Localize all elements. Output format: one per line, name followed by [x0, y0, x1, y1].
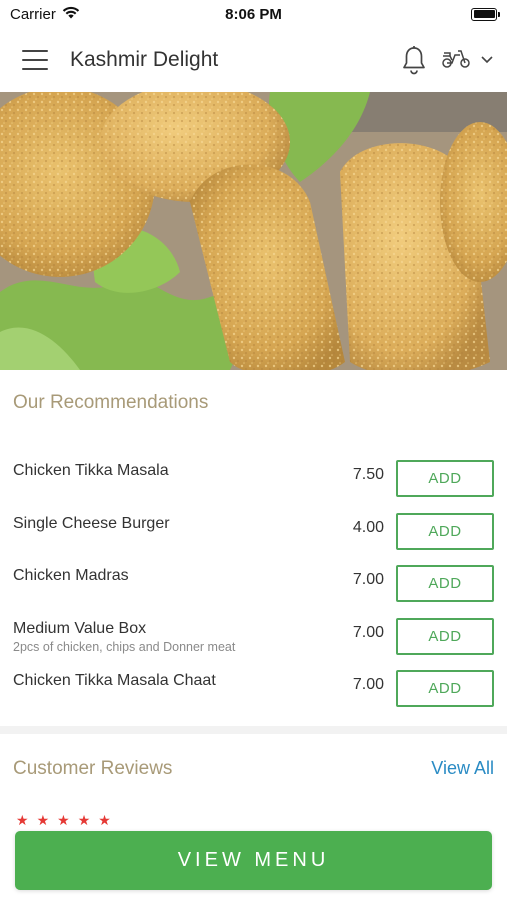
item-price: 7.00 — [352, 571, 384, 588]
hero-food-image — [0, 92, 507, 370]
add-button[interactable]: ADD — [396, 460, 494, 497]
list-item: Single Cheese Burger 4.00 ADD — [0, 507, 507, 560]
reviews-title: Customer Reviews — [13, 758, 173, 779]
view-menu-button[interactable]: VIEW MENU — [15, 831, 492, 890]
status-bar: Carrier 8:06 PM — [0, 0, 507, 28]
star-icon: ★ — [36, 812, 50, 828]
item-price: 7.00 — [352, 676, 384, 693]
wifi-icon — [62, 6, 80, 23]
header-actions — [401, 45, 493, 75]
item-price: 7.50 — [352, 466, 384, 483]
star-icon: ★ — [98, 812, 111, 828]
chevron-down-icon — [481, 51, 493, 69]
add-button[interactable]: ADD — [396, 565, 494, 602]
delivery-mode-selector[interactable] — [441, 47, 493, 74]
carrier-label: Carrier — [10, 5, 56, 23]
hamburger-menu-icon[interactable] — [22, 50, 48, 70]
item-price: 7.00 — [352, 623, 384, 641]
recommendations-list: Chicken Tikka Masala 7.50 ADD Single Che… — [0, 454, 507, 717]
star-icon: ★ — [77, 812, 91, 828]
app-header: Kashmir Delight — [0, 28, 507, 92]
review-rating-stars: ★ ★ ★ ★ ★ — [16, 812, 111, 829]
status-left: Carrier — [10, 6, 80, 23]
add-button[interactable]: ADD — [396, 670, 494, 707]
list-item: Chicken Tikka Masala 7.50 ADD — [0, 454, 507, 507]
item-price: 4.00 — [352, 518, 384, 536]
add-button[interactable]: ADD — [396, 512, 494, 550]
list-item: Chicken Madras 7.00 ADD — [0, 559, 507, 612]
restaurant-title: Kashmir Delight — [70, 48, 219, 71]
view-all-link[interactable]: View All — [431, 758, 494, 779]
notification-bell-icon[interactable] — [401, 45, 427, 75]
add-button[interactable]: ADD — [396, 617, 494, 655]
star-icon: ★ — [16, 812, 29, 828]
reviews-section: Customer Reviews View All — [0, 755, 507, 785]
section-divider — [0, 726, 507, 734]
battery-icon — [471, 7, 500, 21]
list-item: Chicken Tikka Masala Chaat 7.00 ADD — [0, 664, 507, 717]
list-item: Medium Value Box 2pcs of chicken, chips … — [0, 612, 507, 665]
recommendations-title: Our Recommendations — [13, 392, 209, 413]
recommendations-section: Our Recommendations Chicken Tikka Masala… — [0, 392, 507, 717]
star-icon: ★ — [57, 812, 70, 828]
scooter-icon — [441, 47, 471, 74]
